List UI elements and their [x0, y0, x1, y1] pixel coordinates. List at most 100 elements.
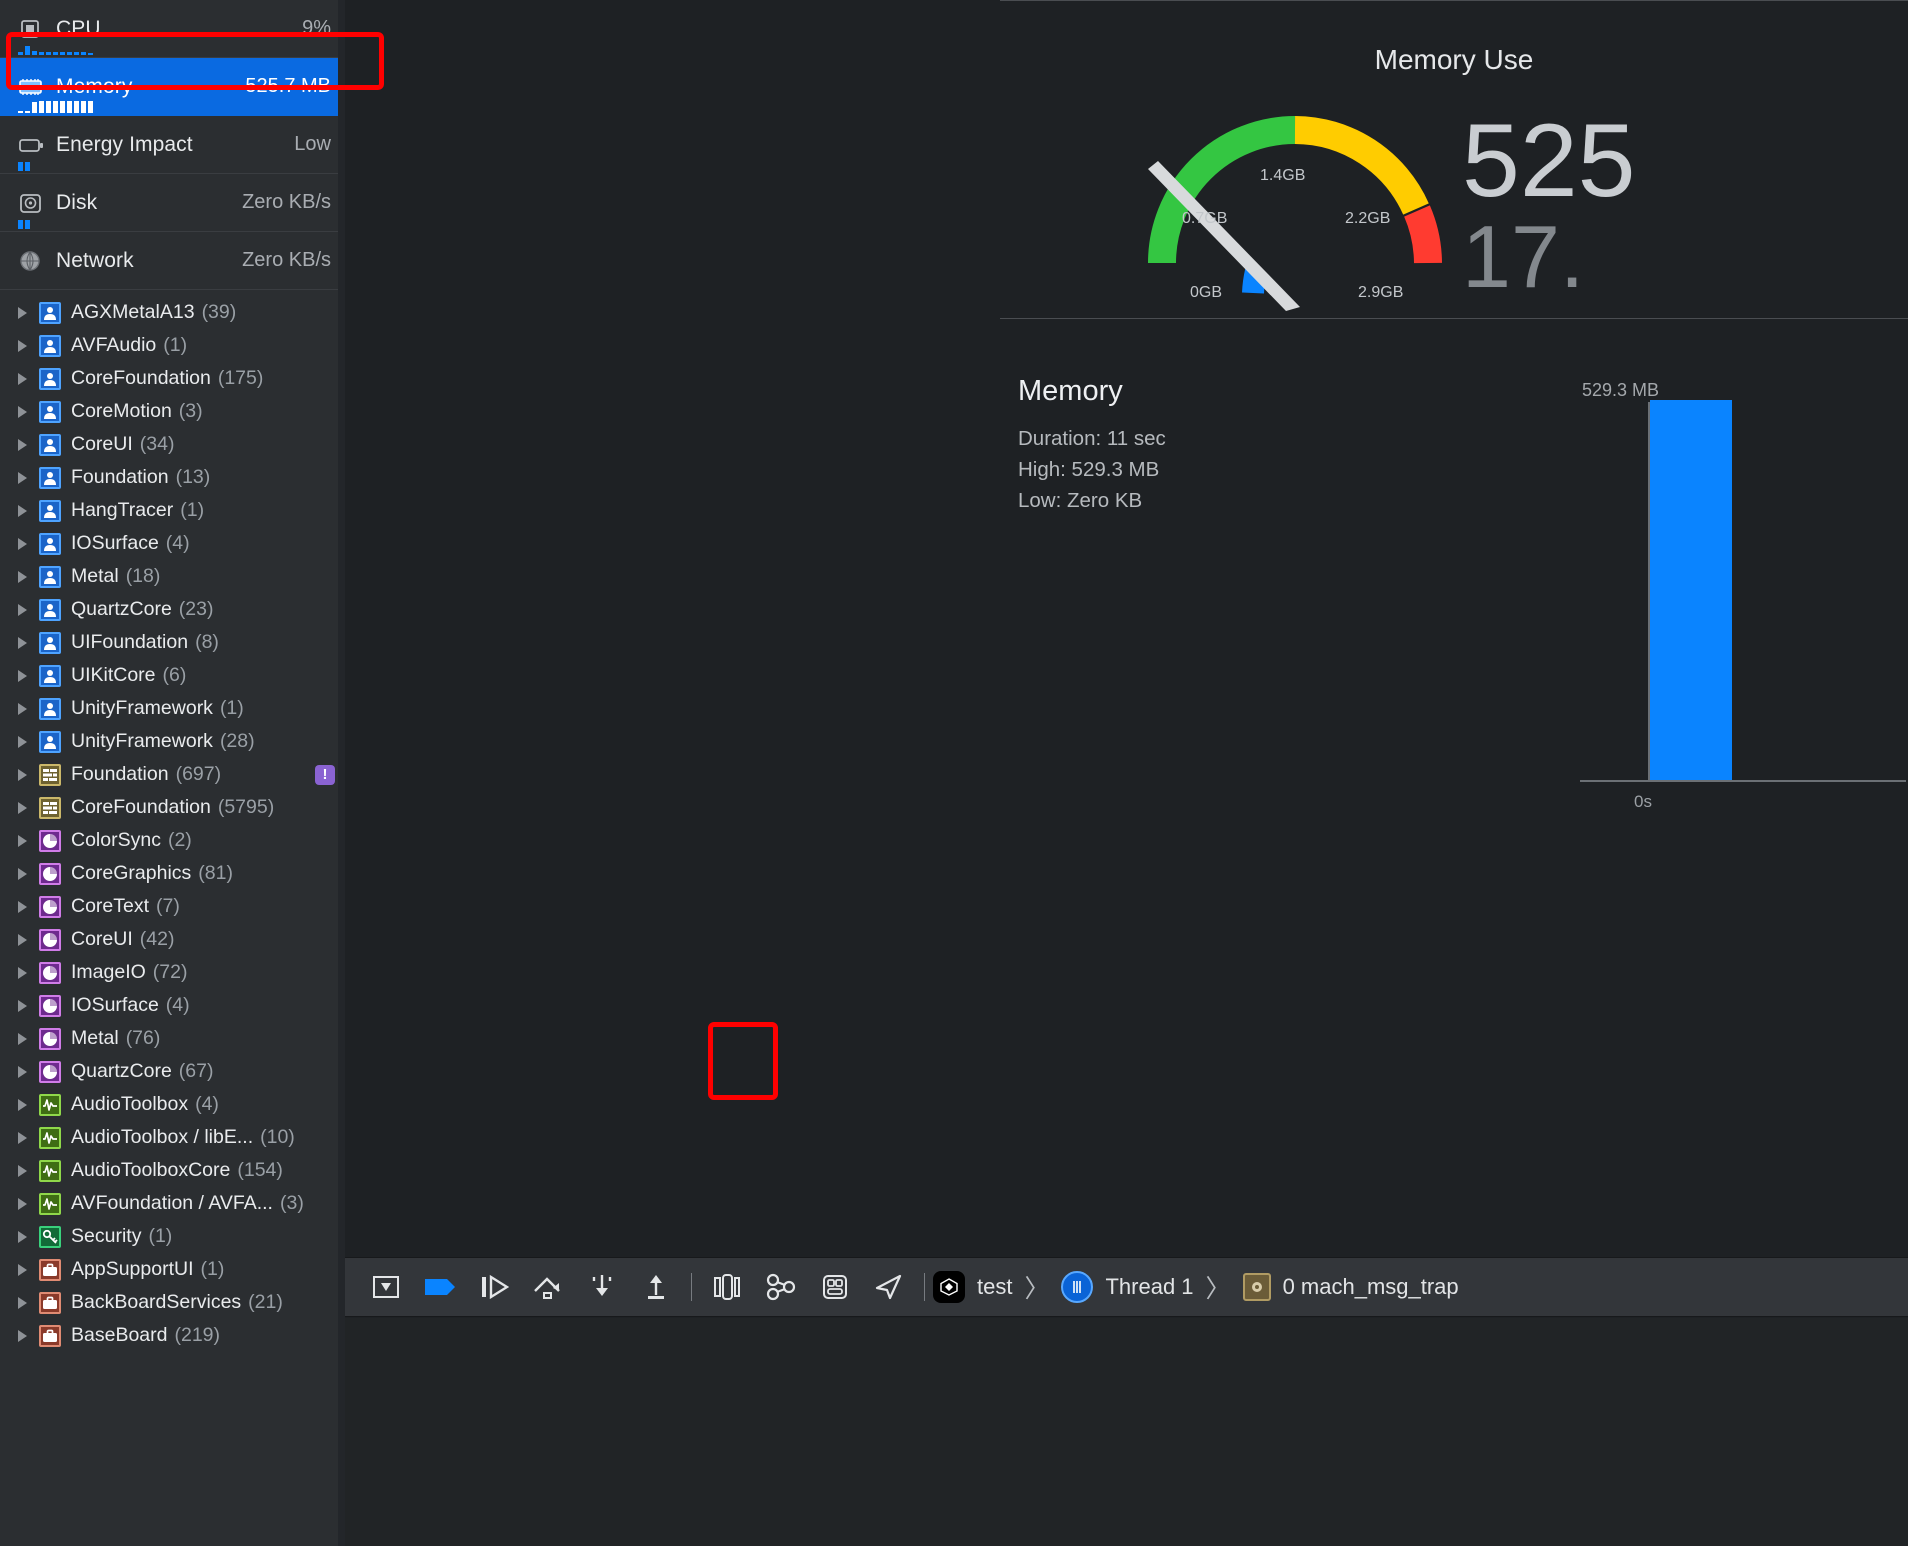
disclosure-triangle-icon[interactable]: [18, 1230, 27, 1243]
library-row[interactable]: UnityFramework (28): [0, 725, 345, 758]
debug-bar[interactable]: test 〉 Thread 1 〉 0 mach_msg_trap: [345, 1257, 1908, 1317]
disclosure-triangle-icon[interactable]: [18, 570, 27, 583]
disclosure-triangle-icon[interactable]: [18, 1329, 27, 1342]
pie-chart-icon: [39, 928, 61, 951]
library-row[interactable]: AppSupportUI (1): [0, 1253, 345, 1286]
simulate-location-button[interactable]: [862, 1257, 916, 1317]
library-count: (34): [139, 433, 175, 455]
disclosure-triangle-icon[interactable]: [18, 834, 27, 847]
library-row[interactable]: CoreText (7): [0, 890, 345, 923]
disclosure-triangle-icon[interactable]: [18, 801, 27, 814]
deactivate-breakpoints-button[interactable]: [413, 1257, 467, 1317]
disclosure-triangle-icon[interactable]: [18, 1164, 27, 1177]
library-row[interactable]: AudioToolbox / libE... (10): [0, 1121, 345, 1154]
library-row[interactable]: ColorSync (2): [0, 824, 345, 857]
gauge-row-energy-impact[interactable]: Energy Impact Low: [0, 116, 345, 174]
gauge-tick-14gb: 1.4GB: [1260, 167, 1305, 184]
library-count: (6): [162, 664, 187, 686]
step-over-button[interactable]: [521, 1257, 575, 1317]
hide-debug-area-button[interactable]: [359, 1257, 413, 1317]
breadcrumb-frame[interactable]: 0 mach_msg_trap: [1283, 1274, 1459, 1300]
library-row[interactable]: QuartzCore (67): [0, 1055, 345, 1088]
gauge-row-memory[interactable]: Memory 525.7 MB: [0, 58, 345, 116]
library-row[interactable]: AVFoundation / AVFA... (3): [0, 1187, 345, 1220]
disclosure-triangle-icon[interactable]: [18, 768, 27, 781]
library-row[interactable]: Foundation (697)!: [0, 758, 345, 791]
continue-button[interactable]: [467, 1257, 521, 1317]
library-row[interactable]: UIKitCore (6): [0, 659, 345, 692]
library-row[interactable]: Security (1): [0, 1220, 345, 1253]
disclosure-triangle-icon[interactable]: [18, 867, 27, 880]
waveform-icon: [39, 1159, 61, 1182]
disclosure-triangle-icon[interactable]: [18, 735, 27, 748]
library-row[interactable]: CoreMotion (3): [0, 395, 345, 428]
toolbar-separator-1: [691, 1273, 692, 1301]
library-count: (81): [198, 862, 233, 884]
library-count: (1): [148, 1225, 173, 1247]
disclosure-triangle-icon[interactable]: [18, 504, 27, 517]
library-row[interactable]: Foundation (13): [0, 461, 345, 494]
library-row[interactable]: CoreUI (42): [0, 923, 345, 956]
gauge-row-disk[interactable]: Disk Zero KB/s: [0, 174, 345, 232]
disclosure-triangle-icon[interactable]: [18, 900, 27, 913]
disclosure-triangle-icon[interactable]: [18, 1197, 27, 1210]
disclosure-triangle-icon[interactable]: [18, 537, 27, 550]
debug-memory-graph-button[interactable]: [754, 1257, 808, 1317]
gauge-row-cpu[interactable]: CPU 9%: [0, 0, 345, 58]
library-row[interactable]: HangTracer (1): [0, 494, 345, 527]
library-row[interactable]: CoreFoundation (175): [0, 362, 345, 395]
library-row[interactable]: UnityFramework (1): [0, 692, 345, 725]
library-row[interactable]: QuartzCore (23): [0, 593, 345, 626]
disclosure-triangle-icon[interactable]: [18, 405, 27, 418]
library-row[interactable]: AGXMetalA13 (39): [0, 296, 345, 329]
library-row[interactable]: Metal (76): [0, 1022, 345, 1055]
disclosure-triangle-icon[interactable]: [18, 1032, 27, 1045]
library-row[interactable]: CoreUI (34): [0, 428, 345, 461]
library-warning-badge[interactable]: !: [315, 764, 335, 785]
library-name: AVFAudio: [71, 334, 157, 356]
library-row[interactable]: CoreGraphics (81): [0, 857, 345, 890]
environment-overrides-button[interactable]: [808, 1257, 862, 1317]
disclosure-triangle-icon[interactable]: [18, 306, 27, 319]
library-row[interactable]: BackBoardServices (21): [0, 1286, 345, 1319]
debug-view-hierarchy-button[interactable]: [700, 1257, 754, 1317]
library-row[interactable]: CoreFoundation (5795): [0, 791, 345, 824]
library-row[interactable]: IOSurface (4): [0, 527, 345, 560]
gauge-tick-22gb: 2.2GB: [1345, 210, 1390, 227]
library-row[interactable]: AudioToolbox (4): [0, 1088, 345, 1121]
library-row[interactable]: BaseBoard (219): [0, 1319, 345, 1352]
library-row[interactable]: ImageIO (72): [0, 956, 345, 989]
breadcrumb[interactable]: test 〉 Thread 1 〉 0 mach_msg_trap: [933, 1269, 1459, 1305]
disclosure-triangle-icon[interactable]: [18, 1263, 27, 1276]
disclosure-triangle-icon[interactable]: [18, 933, 27, 946]
library-row[interactable]: AudioToolboxCore (154): [0, 1154, 345, 1187]
disclosure-triangle-icon[interactable]: [18, 636, 27, 649]
library-row[interactable]: IOSurface (4): [0, 989, 345, 1022]
step-into-button[interactable]: [575, 1257, 629, 1317]
disclosure-triangle-icon[interactable]: [18, 372, 27, 385]
disclosure-triangle-icon[interactable]: [18, 339, 27, 352]
disclosure-triangle-icon[interactable]: [18, 702, 27, 715]
library-list[interactable]: AGXMetalA13 (39) AVFAudio (1) CoreFoundation…: [0, 290, 345, 1352]
library-name: UIKitCore: [71, 664, 156, 686]
library-row[interactable]: UIFoundation (8): [0, 626, 345, 659]
disclosure-triangle-icon[interactable]: [18, 966, 27, 979]
disclosure-triangle-icon[interactable]: [18, 999, 27, 1012]
gauge-row-network[interactable]: Network Zero KB/s: [0, 232, 345, 290]
breadcrumb-process[interactable]: test: [977, 1274, 1012, 1300]
breadcrumb-thread[interactable]: Thread 1: [1105, 1274, 1193, 1300]
debug-navigator[interactable]: CPU 9% Memory 525.7 MB Energy Impact Low Disk Z…: [0, 0, 345, 1546]
disclosure-triangle-icon[interactable]: [18, 1131, 27, 1144]
disclosure-triangle-icon[interactable]: [18, 1296, 27, 1309]
step-out-button[interactable]: [629, 1257, 683, 1317]
disclosure-triangle-icon[interactable]: [18, 1065, 27, 1078]
library-count: (1): [200, 1258, 225, 1280]
briefcase-icon: [39, 1324, 61, 1347]
disclosure-triangle-icon[interactable]: [18, 1098, 27, 1111]
disclosure-triangle-icon[interactable]: [18, 669, 27, 682]
disclosure-triangle-icon[interactable]: [18, 471, 27, 484]
library-row[interactable]: Metal (18): [0, 560, 345, 593]
library-row[interactable]: AVFAudio (1): [0, 329, 345, 362]
disclosure-triangle-icon[interactable]: [18, 603, 27, 616]
disclosure-triangle-icon[interactable]: [18, 438, 27, 451]
